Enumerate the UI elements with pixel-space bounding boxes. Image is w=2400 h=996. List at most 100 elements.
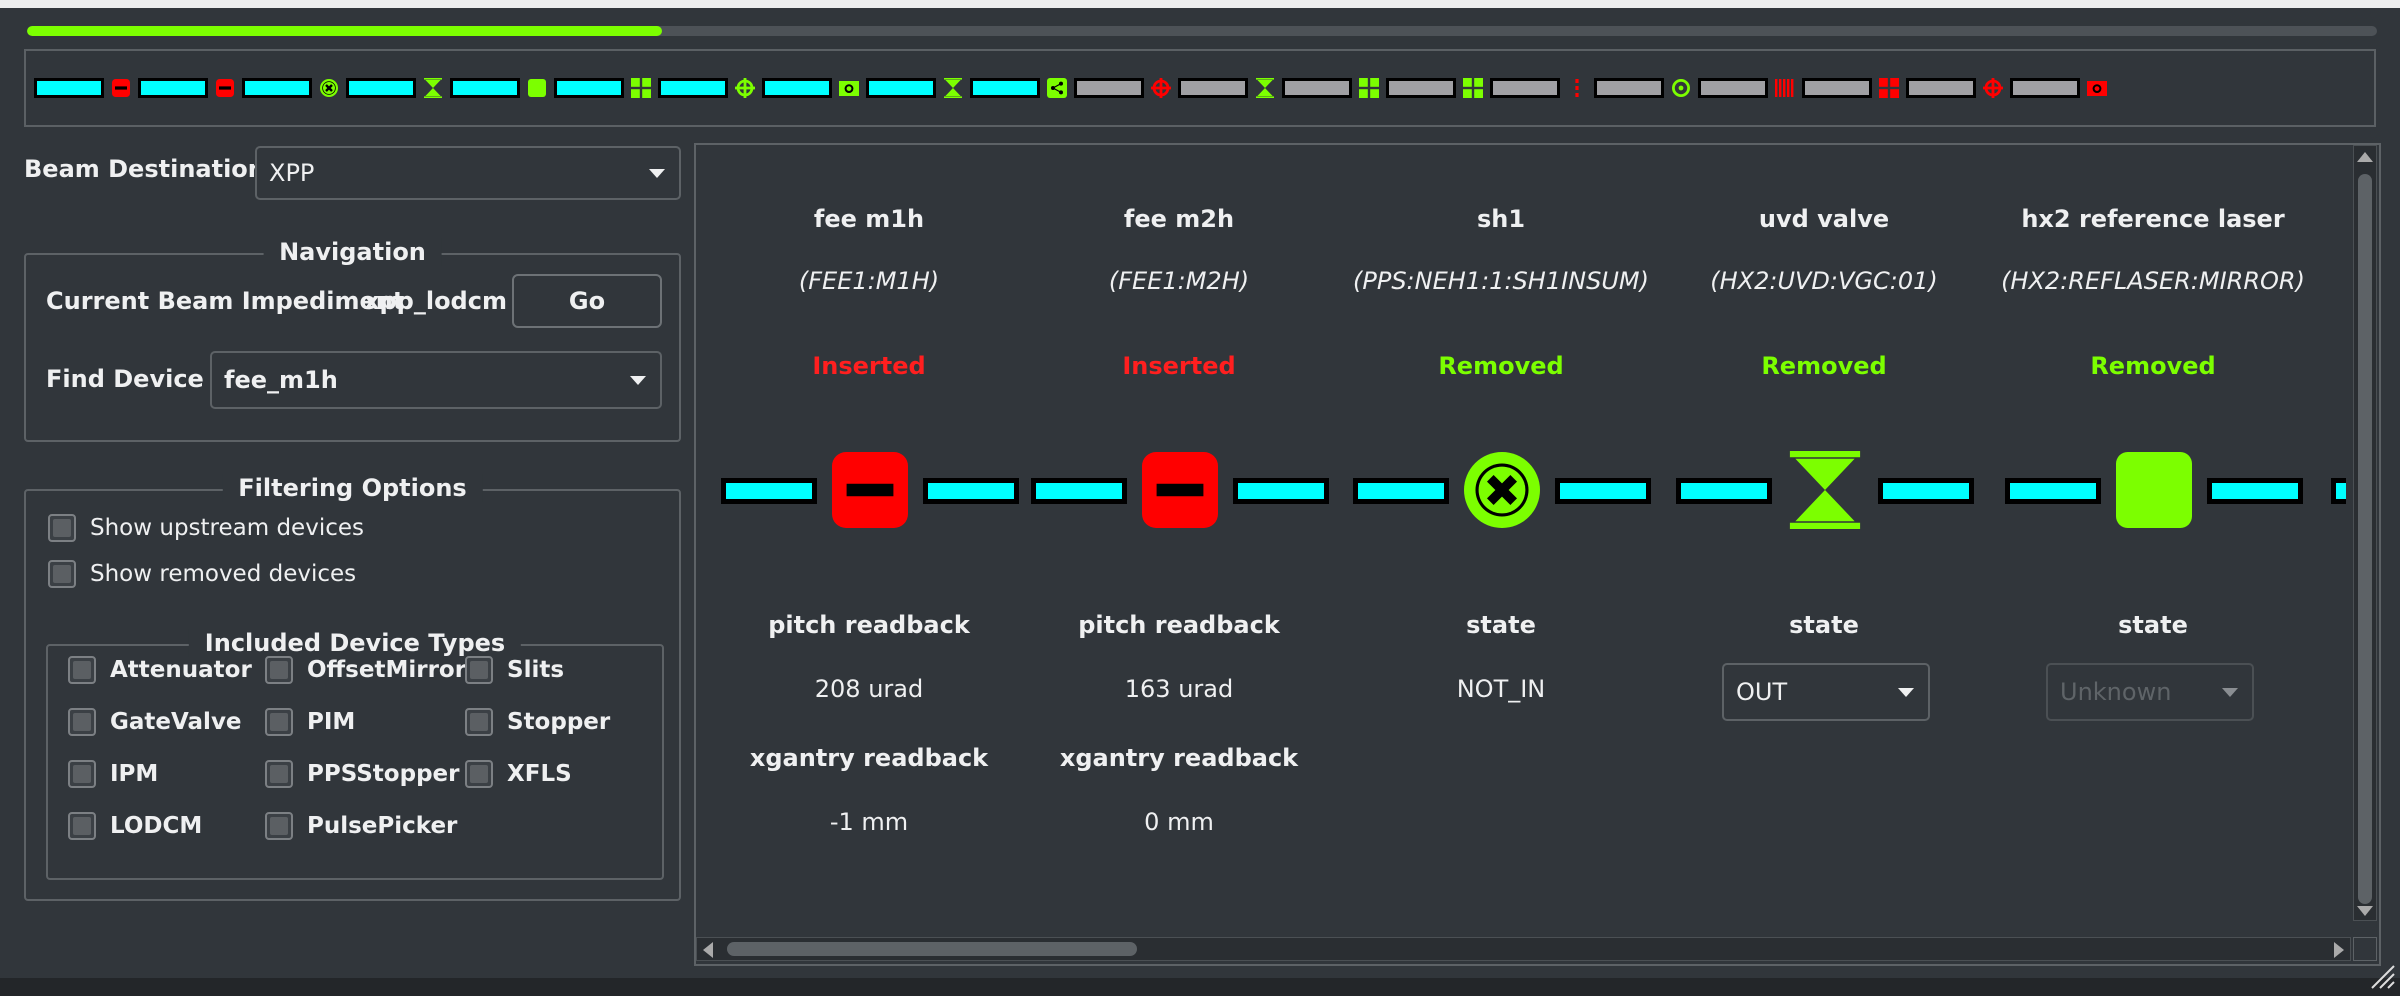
green-grid-icon[interactable] xyxy=(630,77,652,99)
signal-value: 0 mm xyxy=(1144,808,1214,836)
beam-segment-right xyxy=(1233,478,1329,504)
scroll-left-icon[interactable] xyxy=(703,942,713,958)
go-button[interactable]: Go xyxy=(512,274,662,328)
device-type-option[interactable]: Attenuator xyxy=(68,656,252,684)
device-type-option[interactable]: Slits xyxy=(465,656,564,684)
overview-segment xyxy=(762,78,832,98)
signal-value: -1 mm xyxy=(829,808,909,836)
vertical-scrollbar[interactable] xyxy=(2353,145,2377,921)
device-type-option[interactable]: IPM xyxy=(68,760,158,788)
green-camera-icon[interactable] xyxy=(838,77,860,99)
device-type-option[interactable]: PIM xyxy=(265,708,355,736)
device-state: Removed xyxy=(1761,352,1887,380)
chevron-down-icon xyxy=(1898,688,1914,697)
red-minus-icon[interactable] xyxy=(1141,451,1221,531)
show-upstream-checkbox[interactable] xyxy=(48,514,76,542)
device-type-option[interactable]: XFLS xyxy=(465,760,572,788)
device-state: Inserted xyxy=(812,352,926,380)
red-minus-icon[interactable] xyxy=(831,451,911,531)
find-device-select[interactable]: fee_m1h xyxy=(210,351,662,409)
green-target-icon[interactable] xyxy=(734,77,756,99)
device-type-option[interactable]: Stopper xyxy=(465,708,610,736)
device-pv: (PPS:NEH1:1:SH1INSUM) xyxy=(1353,267,1649,295)
signal-label: xgantry readback xyxy=(1059,744,1299,772)
device-type-option[interactable]: GateValve xyxy=(68,708,242,736)
filtering-group: Filtering Options Show upstream devices … xyxy=(24,474,681,901)
device-type-option[interactable]: PPSStopper xyxy=(265,760,459,788)
overview-strip xyxy=(34,51,2108,125)
green-grid-icon[interactable] xyxy=(1462,77,1484,99)
green-square-icon[interactable] xyxy=(2115,451,2195,531)
scroll-up-icon[interactable] xyxy=(2357,152,2373,162)
horizontal-scroll-thumb[interactable] xyxy=(727,942,1137,956)
green-hourglass-icon[interactable] xyxy=(1786,451,1866,531)
red-dots-icon[interactable] xyxy=(1566,77,1588,99)
overview-segment xyxy=(1490,78,1560,98)
show-removed-checkbox[interactable] xyxy=(48,560,76,588)
device-type-checkbox[interactable] xyxy=(465,760,493,788)
device-pv: (FEE1:M2H) xyxy=(1108,267,1250,295)
background-terminal-strip xyxy=(0,978,2400,996)
horizontal-scrollbar[interactable] xyxy=(696,937,2351,961)
device-type-checkbox[interactable] xyxy=(265,812,293,840)
signal-label: pitch readback xyxy=(1078,611,1280,639)
red-target-icon[interactable] xyxy=(1982,77,2004,99)
red-grid-icon[interactable] xyxy=(1878,77,1900,99)
signal-label: state xyxy=(1466,611,1536,639)
green-hourglass-icon[interactable] xyxy=(942,77,964,99)
vertical-scroll-thumb[interactable] xyxy=(2358,174,2372,904)
device-type-checkbox[interactable] xyxy=(265,656,293,684)
green-hourglass-icon[interactable] xyxy=(422,77,444,99)
green-grid-icon[interactable] xyxy=(1358,77,1380,99)
overview-segment xyxy=(242,78,312,98)
beam-segment-right xyxy=(2207,478,2303,504)
red-bars-icon[interactable] xyxy=(1774,77,1796,99)
device-type-option[interactable]: LODCM xyxy=(68,812,202,840)
lightpath-overview xyxy=(24,49,2376,127)
device-type-label: GateValve xyxy=(110,709,242,735)
beam-destination-select[interactable]: XPP xyxy=(255,146,681,200)
red-minus-icon[interactable] xyxy=(214,77,236,99)
progress-fill xyxy=(27,26,662,36)
device-type-checkbox[interactable] xyxy=(68,812,96,840)
beam-segment-right xyxy=(923,478,1019,504)
device-type-checkbox[interactable] xyxy=(68,656,96,684)
red-minus-icon[interactable] xyxy=(110,77,132,99)
device-type-checkbox[interactable] xyxy=(68,708,96,736)
show-upstream-option[interactable]: Show upstream devices xyxy=(48,514,364,542)
red-camera-icon[interactable] xyxy=(2086,77,2108,99)
overview-segment xyxy=(658,78,728,98)
device-pv: (HX2:UVD:VGC:01) xyxy=(1710,267,1938,295)
device-type-label: IPM xyxy=(110,761,159,787)
device-type-checkbox[interactable] xyxy=(465,656,493,684)
device-type-checkbox[interactable] xyxy=(265,760,293,788)
filtering-title: Filtering Options xyxy=(222,474,483,502)
overview-segment xyxy=(34,78,104,98)
device-type-option[interactable]: PulsePicker xyxy=(265,812,457,840)
resize-grip-icon[interactable] xyxy=(2366,960,2396,990)
green-x-circle-icon[interactable] xyxy=(318,77,340,99)
overview-segment xyxy=(1074,78,1144,98)
scroll-right-icon[interactable] xyxy=(2334,942,2344,958)
device-type-checkbox[interactable] xyxy=(265,708,293,736)
show-removed-option[interactable]: Show removed devices xyxy=(48,560,356,588)
green-x-circle-icon[interactable] xyxy=(1463,451,1543,531)
window-top-edge xyxy=(0,0,2400,8)
beam-segment-left xyxy=(1031,478,1127,504)
green-square-icon[interactable] xyxy=(526,77,548,99)
device-type-option[interactable]: OffsetMirror xyxy=(265,656,466,684)
overview-segment xyxy=(866,78,936,98)
green-ring-icon[interactable] xyxy=(1670,77,1692,99)
device-type-label: PulsePicker xyxy=(307,813,458,839)
overview-segment xyxy=(1906,78,1976,98)
green-share-icon[interactable] xyxy=(1046,77,1068,99)
current-impediment-label: Current Beam Impediment xyxy=(46,287,405,315)
green-hourglass-icon[interactable] xyxy=(1254,77,1276,99)
device-type-checkbox[interactable] xyxy=(68,760,96,788)
navigation-group: Navigation Current Beam Impediment xpp_l… xyxy=(24,238,681,442)
scroll-down-icon[interactable] xyxy=(2357,906,2373,916)
device-type-checkbox[interactable] xyxy=(465,708,493,736)
state-select[interactable]: OUT xyxy=(1722,663,1930,721)
device-name: fee m1h xyxy=(813,205,925,233)
red-target-icon[interactable] xyxy=(1150,77,1172,99)
